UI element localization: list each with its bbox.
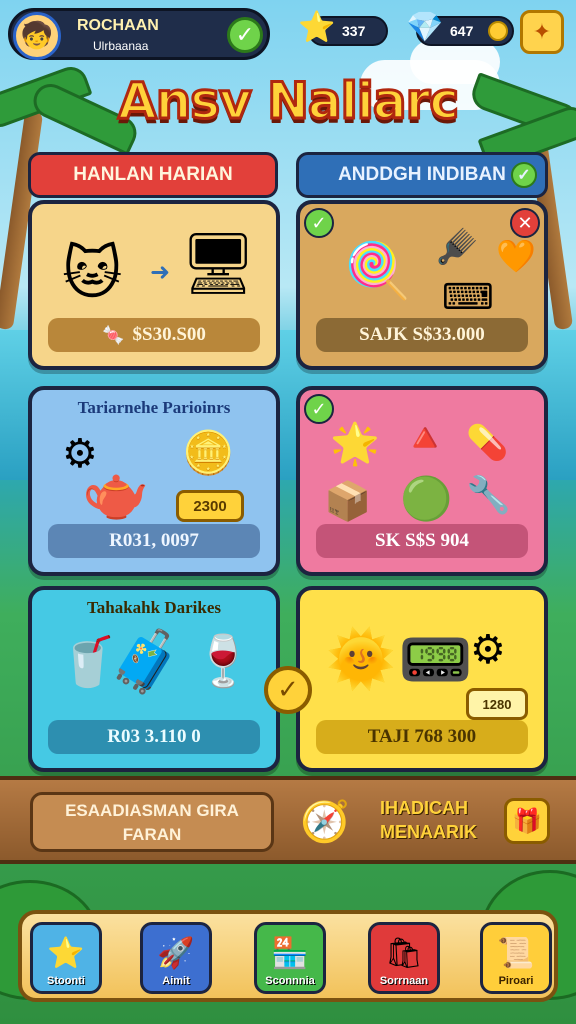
- star-icon: ⭐: [47, 936, 85, 971]
- price-label: $S30.S00: [132, 324, 206, 345]
- arrow-right-icon: ➜: [150, 258, 171, 286]
- offer-price[interactable]: SK S$S 904: [316, 524, 528, 558]
- scroll-icon: 📜: [497, 936, 535, 971]
- nav-label: Stoonti: [47, 975, 85, 987]
- shop-icon: 🏪: [271, 936, 309, 971]
- gem-counter[interactable]: 💎 647: [406, 11, 514, 46]
- candy-icon: 🍬: [102, 324, 125, 345]
- nav-button-piroari[interactable]: 📜 Piroari: [480, 922, 552, 994]
- offer-card[interactable]: Tariarnehe Parioinrs ⚙ 🫖 🪙 2300 R031, 00…: [28, 386, 280, 576]
- banner-line: IHADICAH: [380, 798, 468, 818]
- banner-line: FARAN: [122, 825, 182, 844]
- confirm-check-button[interactable]: ✓: [264, 666, 312, 714]
- card-caption: Tahakahk Darikes: [86, 598, 221, 617]
- banner-promo-button[interactable]: ESAADIASMAN GIRA FARAN: [30, 792, 274, 852]
- goblet-icon: 🍷: [192, 632, 255, 690]
- offer-price[interactable]: SAJK S$33.000: [316, 318, 528, 352]
- price-tag[interactable]: 2300: [176, 490, 244, 522]
- price-tag[interactable]: 1280: [466, 688, 528, 720]
- suitcase-icon: 🧳: [108, 627, 183, 697]
- offer-price[interactable]: TAJI 768 300: [316, 720, 528, 754]
- banner-line: ESAADIASMAN GIRA: [65, 801, 239, 820]
- star-icon: ⭐: [298, 11, 336, 44]
- sun-icon: 🌞: [326, 627, 396, 692]
- section-daily-label: HANLAN HARIAN: [73, 164, 233, 185]
- machine-icon: 🖥: [180, 229, 257, 299]
- offer-card[interactable]: ✓ ✕ 🍭 🪮 🧡 ⌨ SAJK S$33.000: [296, 200, 548, 370]
- nav-button-aimit[interactable]: 🚀 Aimit: [140, 922, 212, 994]
- section-daily[interactable]: HANLAN HARIAN: [28, 152, 278, 198]
- offer-price[interactable]: 🍬 $S30.S00: [48, 318, 260, 352]
- offer-price[interactable]: R031, 0097: [48, 524, 260, 558]
- comb-icon: 🪮: [436, 227, 479, 267]
- slime-icon: 🟢: [400, 474, 453, 523]
- nav-button-stoonti[interactable]: ⭐ Stoonti: [30, 922, 102, 994]
- box-icon: 📦: [324, 479, 372, 523]
- heart-icon: 🧡: [496, 237, 536, 275]
- banner-highlight: IHADICAH MENAARIK: [380, 796, 477, 844]
- settings-button[interactable]: ✦: [520, 10, 564, 54]
- tool-icon: 🔧: [466, 475, 511, 516]
- chest-icon[interactable]: 🎁: [504, 798, 550, 844]
- capsule-icon: 💊: [466, 423, 509, 463]
- star-face-icon: 🌟: [330, 421, 380, 467]
- wooden-banner: ESAADIASMAN GIRA FARAN 🧭 IHADICAH MENAAR…: [0, 776, 576, 864]
- game-title: Ansv Naliarc: [117, 71, 461, 132]
- player-subtitle: Ulrbaanaa: [93, 39, 149, 53]
- bag-icon: 🛍: [384, 936, 424, 971]
- star-count: 337: [342, 23, 366, 39]
- player-profile[interactable]: 🧒 ROCHAAN Ulrbaanaa ✓: [8, 8, 270, 60]
- keyboard-icon: ⌨: [442, 277, 494, 318]
- handheld-console-icon: 📟: [398, 625, 473, 695]
- puzzle-icon: ✦: [532, 19, 552, 45]
- check-icon[interactable]: ✓: [227, 17, 263, 53]
- sweets-tray-icon: 🍭: [344, 239, 412, 302]
- offer-card[interactable]: Tahakahk Darikes 🥤 🧳 🍷 R03 3.110 0: [28, 586, 280, 772]
- offer-price[interactable]: R03 3.110 0: [48, 720, 260, 754]
- star-counter[interactable]: ⭐ 337: [298, 11, 388, 46]
- offer-card[interactable]: 🌞 📟 ⚙ 1280 TAJI 768 300: [296, 586, 548, 772]
- coin-icon: 🪙: [182, 428, 235, 477]
- offer-card[interactable]: ✓ 🌟 🔺 💊 📦 🟢 🔧 SK S$S 904: [296, 386, 548, 576]
- offer-card[interactable]: 🐱 ➜ 🖥 🍬 $S30.S00: [28, 200, 280, 370]
- coin-icon: [488, 21, 508, 41]
- section-special[interactable]: ANDDGH INDIBAN ✓: [296, 152, 548, 198]
- nav-label: Aimit: [162, 975, 190, 987]
- gem-count: 647: [450, 23, 474, 39]
- gear-icon: ⚙: [470, 627, 506, 673]
- nav-label: Sorrnaan: [379, 975, 429, 987]
- nav-label: Sconnnia: [265, 975, 315, 987]
- avatar[interactable]: 🧒: [13, 12, 61, 60]
- check-icon[interactable]: ✓: [304, 208, 334, 238]
- bottom-nav: ⭐ Stoonti 🚀 Aimit 🏪 Sconnnia 🛍 Sorrnaan …: [18, 910, 558, 1002]
- rocket-icon: 🚀: [157, 936, 195, 971]
- nav-button-sconnnia[interactable]: 🏪 Sconnnia: [254, 922, 326, 994]
- close-icon[interactable]: ✕: [510, 208, 540, 238]
- banner-line: MENAARIK: [380, 822, 477, 842]
- teapot-icon: 🫖: [82, 461, 150, 524]
- nav-label: Piroari: [498, 975, 534, 987]
- check-icon: ✓: [511, 162, 537, 188]
- compass-icon[interactable]: 🧭: [300, 798, 356, 850]
- player-name: ROCHAAN: [77, 17, 159, 34]
- gem-icon: 💎: [406, 11, 444, 44]
- check-icon[interactable]: ✓: [304, 394, 334, 424]
- top-bar: 🧒 ROCHAAN Ulrbaanaa ✓ ⭐ 337 💎 647 ✦: [8, 8, 568, 62]
- cone-icon: 🔺: [400, 415, 450, 461]
- cat-icon: 🐱: [62, 239, 123, 307]
- nav-button-sorrnaan[interactable]: 🛍 Sorrnaan: [368, 922, 440, 994]
- section-special-label: ANDDGH INDIBAN: [338, 164, 506, 185]
- card-caption: Tariarnehe Parioinrs: [77, 398, 231, 417]
